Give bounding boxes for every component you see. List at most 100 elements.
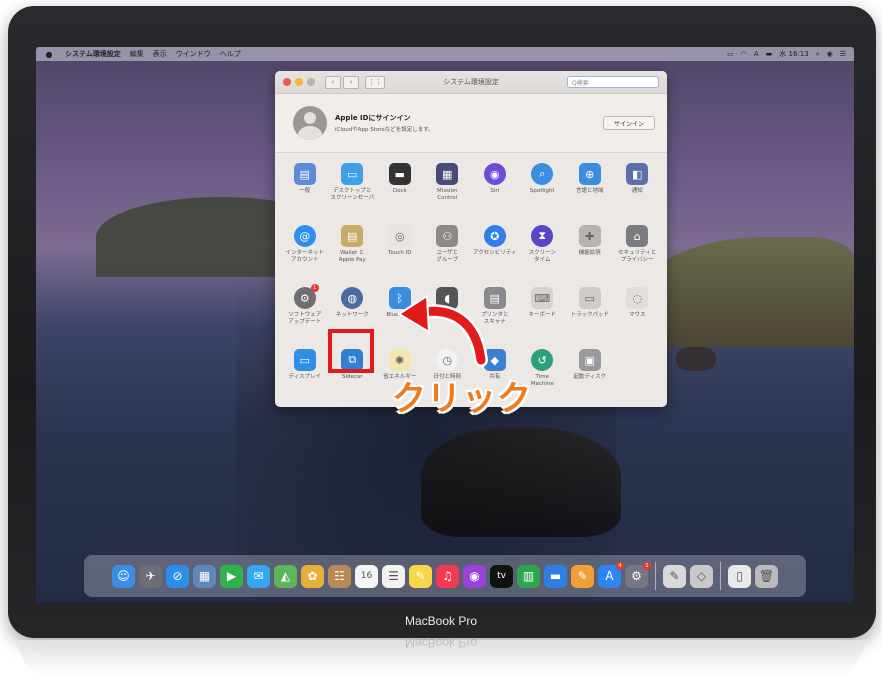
numbers-dock-icon[interactable]: ▥ bbox=[517, 564, 540, 588]
signin-button[interactable]: サインイン bbox=[603, 116, 655, 130]
trash-dock-icon[interactable]: 🗑 bbox=[755, 564, 778, 588]
menu-edit[interactable]: 編集 bbox=[130, 49, 144, 59]
launchpad-dock-icon[interactable]: ✈ bbox=[139, 564, 162, 588]
pane-label: 一般 bbox=[299, 188, 311, 194]
dock-glyph: ✉ bbox=[253, 569, 264, 583]
back-button[interactable]: ‹ bbox=[325, 75, 341, 89]
dock-glyph: ⚙ bbox=[631, 569, 642, 583]
pane-screen-time[interactable]: ⧗ スクリーン タイム bbox=[519, 223, 567, 279]
menu-window[interactable]: ウインドウ bbox=[176, 49, 211, 59]
pane-wallet[interactable]: ▤ Wallet と Apple Pay bbox=[329, 223, 377, 279]
keyboard-icon: ⌨ bbox=[531, 287, 554, 309]
pane-mouse[interactable]: ◌ マウス bbox=[614, 285, 662, 341]
search-field[interactable]: Q検索 bbox=[567, 76, 659, 88]
dock-glyph: ✈ bbox=[145, 569, 156, 583]
pane-label: 言語と地域 bbox=[575, 188, 604, 194]
pane-users[interactable]: ⚇ ユーザと グループ bbox=[424, 223, 472, 279]
documents-dock-icon[interactable]: ▯ bbox=[728, 564, 751, 588]
dock-glyph: tv bbox=[497, 571, 506, 581]
pane-language[interactable]: ⊕ 言語と地域 bbox=[566, 161, 614, 217]
notes-dock-icon[interactable]: ✎ bbox=[409, 564, 432, 588]
pane-siri[interactable]: ◉ Siri bbox=[471, 161, 519, 217]
apple-id-subtitle: iCloudやApp Storeなどを設定します。 bbox=[335, 127, 434, 133]
pane-keyboard[interactable]: ⌨ キーボード bbox=[519, 285, 567, 341]
podcasts-dock-icon[interactable]: ◉ bbox=[463, 564, 486, 588]
wifi-icon[interactable]: ◠ bbox=[741, 50, 747, 58]
show-all-button[interactable]: ⋮⋮ bbox=[365, 75, 385, 89]
dock-glyph: ✿ bbox=[307, 569, 318, 583]
notification-center-icon[interactable]: ☰ bbox=[840, 50, 846, 58]
pane-general[interactable]: ▤ 一般 bbox=[281, 161, 329, 217]
pane-label: 通知 bbox=[631, 188, 643, 194]
dock-glyph: ◉ bbox=[469, 569, 480, 583]
pane-touch-id[interactable]: ◎ Touch ID bbox=[376, 223, 424, 279]
dock-glyph: ☷ bbox=[334, 569, 345, 583]
dock-icon: ▬ bbox=[388, 163, 411, 185]
safari-dock-icon[interactable]: ⊘ bbox=[166, 564, 189, 588]
preview-dock-icon[interactable]: ▦ bbox=[193, 564, 216, 588]
textedit-dock-icon[interactable]: ✎ bbox=[663, 564, 686, 588]
brand-label-reflection: MacBook Pro bbox=[404, 636, 478, 650]
preview-file-dock-icon[interactable]: ◇ bbox=[690, 564, 713, 588]
pane-internet-accounts[interactable]: @ インターネット アカウント bbox=[281, 223, 329, 279]
pane-accessibility[interactable]: ✪ アクセシビリティ bbox=[471, 223, 519, 279]
pane-notifications[interactable]: ◧ 通知 bbox=[614, 161, 662, 217]
general-icon: ▤ bbox=[293, 163, 316, 185]
trackpad-icon: ▭ bbox=[578, 287, 601, 309]
notifications-icon: ◧ bbox=[626, 163, 649, 185]
siri-menu-icon[interactable]: ◉ bbox=[827, 50, 833, 58]
pane-startup-disk[interactable]: ▣ 起動ディスク bbox=[566, 347, 614, 403]
tv-dock-icon[interactable]: tv bbox=[490, 564, 513, 588]
menu-app-name[interactable]: システム環境設定 bbox=[65, 49, 121, 59]
calendar-dock-icon[interactable]: 16 bbox=[355, 564, 378, 588]
facetime-dock-icon[interactable]: ▶ bbox=[220, 564, 243, 588]
pane-spotlight[interactable]: ⌕ Spotlight bbox=[519, 161, 567, 217]
app-store-dock-icon[interactable]: A4 bbox=[598, 561, 624, 588]
contacts-dock-icon[interactable]: ☷ bbox=[328, 564, 351, 588]
apple-menu-icon[interactable]: ● bbox=[42, 50, 56, 59]
dock-glyph: A bbox=[605, 569, 614, 583]
messages-dock-icon[interactable]: ✉ bbox=[247, 564, 270, 588]
menu-help[interactable]: ヘルプ bbox=[220, 49, 241, 59]
zoom-button[interactable] bbox=[307, 78, 315, 86]
pane-trackpad[interactable]: ▭ トラックパッド bbox=[566, 285, 614, 341]
spotlight-icon[interactable]: ⌕ bbox=[816, 50, 820, 59]
pane-desktop[interactable]: ▭ デスクトップと スクリーンセーバ bbox=[329, 161, 377, 217]
pane-mission-control[interactable]: ▦ Mission Control bbox=[424, 161, 472, 217]
maps-dock-icon[interactable]: ◭ bbox=[274, 564, 297, 588]
pane-label: Siri bbox=[490, 188, 500, 194]
pane-security[interactable]: ⌂ セキュリティと プライバシー bbox=[614, 223, 662, 279]
pane-label: ネットワーク bbox=[335, 312, 369, 318]
pane-label: Dock bbox=[392, 188, 407, 194]
software-update-icon: ⚙ 1 bbox=[293, 284, 319, 309]
input-source-icon[interactable]: A bbox=[754, 50, 759, 58]
forward-button[interactable]: › bbox=[343, 75, 359, 89]
close-button[interactable] bbox=[283, 78, 291, 86]
airplay-icon[interactable]: ▭ bbox=[727, 50, 734, 58]
pane-extensions[interactable]: ✚ 機能拡張 bbox=[566, 223, 614, 279]
keynote-dock-icon[interactable]: ▬ bbox=[544, 564, 567, 588]
dock-glyph: ▬ bbox=[549, 569, 562, 583]
reminders-dock-icon[interactable]: ☰ bbox=[382, 564, 405, 588]
pane-display[interactable]: ▭ ディスプレイ bbox=[281, 347, 329, 403]
music-dock-icon[interactable]: ♫ bbox=[436, 564, 459, 588]
dock-separator bbox=[655, 562, 656, 590]
pages-dock-icon[interactable]: ✎ bbox=[571, 564, 594, 588]
apple-id-title: Apple IDにサインイン bbox=[335, 114, 411, 122]
system-preferences-dock-icon[interactable]: ⚙ 1 bbox=[625, 561, 651, 588]
dock-glyph: ▶ bbox=[226, 569, 237, 583]
dock-badge: 1 bbox=[643, 561, 651, 570]
dock-glyph: ✎ bbox=[415, 569, 426, 583]
pane-software-update[interactable]: ⚙ 1 ソフトウェア アップデート bbox=[281, 284, 329, 341]
menu-view[interactable]: 表示 bbox=[153, 49, 167, 59]
battery-icon[interactable]: ▬ bbox=[766, 50, 773, 58]
photos-dock-icon[interactable]: ✿ bbox=[301, 564, 324, 588]
pane-empty bbox=[614, 347, 662, 403]
minimize-button[interactable] bbox=[295, 78, 303, 86]
dock-badge: 4 bbox=[616, 561, 624, 570]
dock-glyph: 🗑 bbox=[758, 569, 775, 583]
status-area: ▭ ◠ A ▬ 水 16:13 ⌕ ◉ ☰ bbox=[727, 49, 846, 59]
finder-dock-icon[interactable]: ☺ bbox=[112, 564, 135, 588]
menu-clock[interactable]: 水 16:13 bbox=[779, 49, 808, 59]
pane-dock[interactable]: ▬ Dock bbox=[376, 161, 424, 217]
